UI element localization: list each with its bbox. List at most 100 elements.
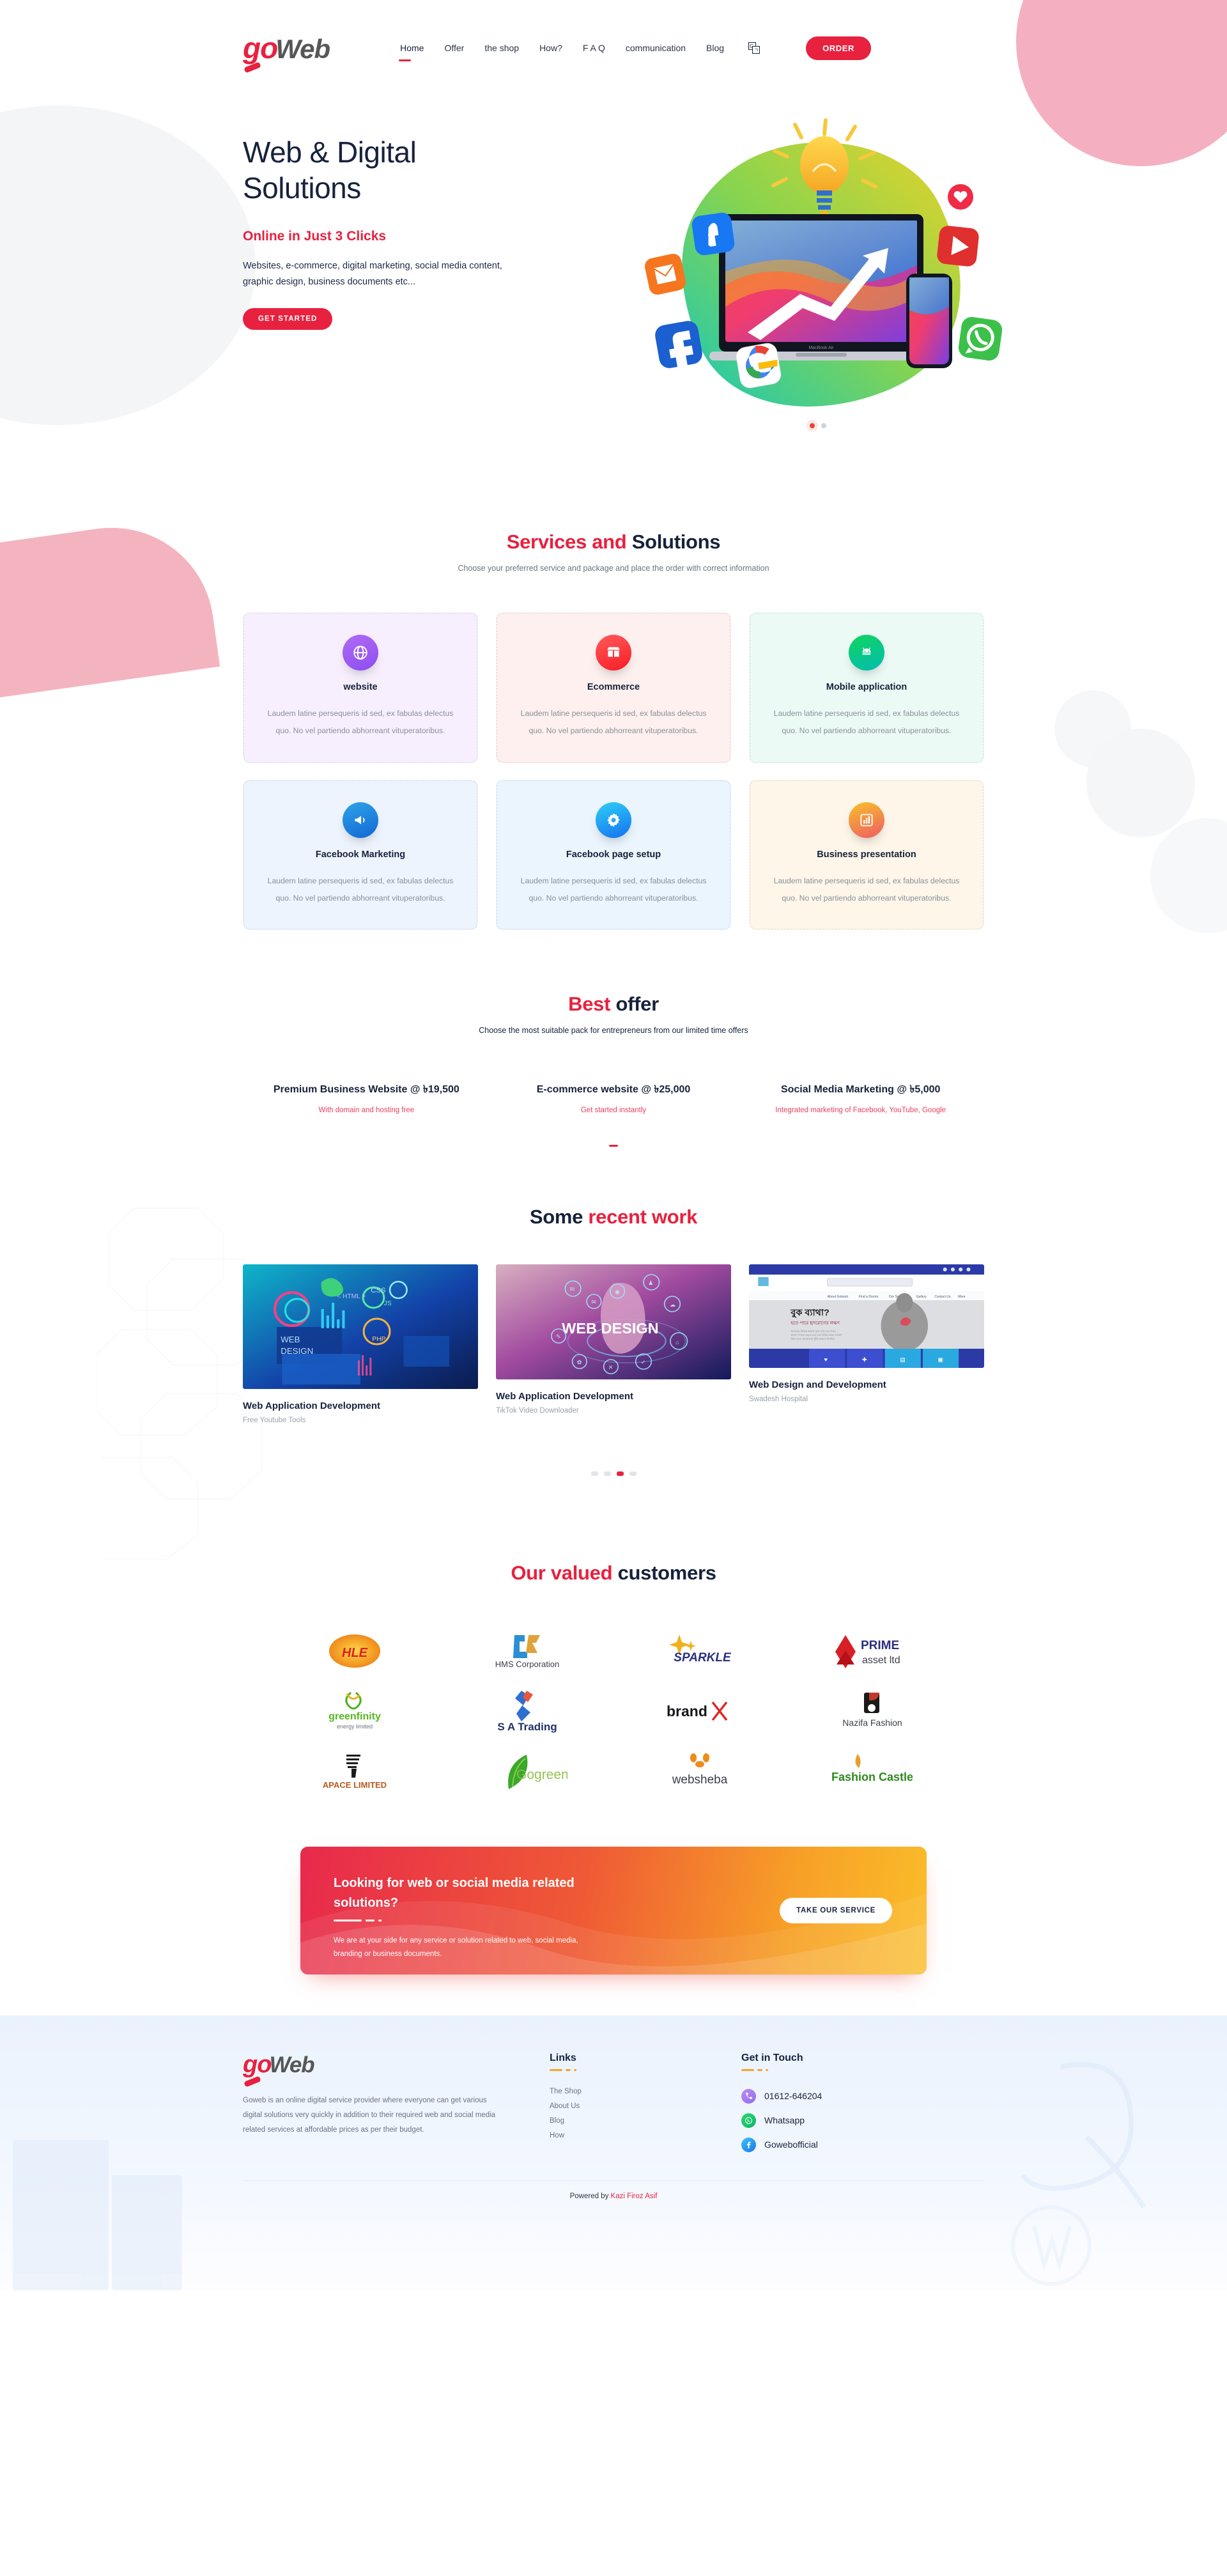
footer-link-how[interactable]: How: [550, 2132, 741, 2139]
svg-text:PHP: PHP: [372, 1336, 385, 1343]
translate-icon[interactable]: G ㄱ: [748, 42, 760, 54]
service-card-ecommerce[interactable]: Ecommerce Laudem latine persequeris id s…: [496, 612, 731, 763]
service-card-website[interactable]: website Laudem latine persequeris id sed…: [243, 612, 478, 763]
offer-item-note: Get started instantly: [580, 1106, 647, 1115]
websheba-logo: websheba: [672, 1753, 728, 1787]
customer-logo-websheba: websheba: [614, 1744, 786, 1798]
footer-logo-web: Web: [269, 2052, 314, 2077]
logo[interactable]: go Web: [243, 31, 330, 74]
hero-dot-1[interactable]: [810, 423, 815, 428]
hero-dot-2[interactable]: [821, 423, 826, 428]
service-card-facebook-marketing[interactable]: Facebook Marketing Laudem latine persequ…: [243, 779, 478, 931]
offer-item-note: Integrated marketing of Facebook, YouTub…: [775, 1106, 946, 1115]
work-title-dark: Some: [529, 1205, 589, 1228]
offer-title-dark: offer: [615, 993, 659, 1016]
customer-logo-fashioncastle: Fashion Castle: [786, 1744, 959, 1798]
svg-text:✉: ✉: [570, 1286, 575, 1292]
services-title-red: Services and: [506, 531, 632, 553]
footer-links-column: Links The Shop About Us Blog How: [511, 2052, 741, 2152]
offer-item[interactable]: Premium Business Website @ ৳19,500 With …: [243, 1082, 490, 1116]
footer-contact-heading: Get in Touch: [741, 2052, 803, 2063]
work-dot-2[interactable]: [603, 1471, 611, 1476]
work-item[interactable]: WEB DESIGN ✉ ✉ ◉ ♟ ☁ ✎ ⌂ ✿ ✕ ✓ Web Application …: [496, 1264, 731, 1415]
offer-item-title: E-commerce website @ ৳25,000: [536, 1084, 691, 1096]
satrading-logo: S A Trading: [497, 1690, 557, 1733]
customer-logo-satrading: S A Trading: [441, 1684, 614, 1738]
hero-illustration: MacBook Air: [645, 118, 1003, 407]
hle-logo: HLE: [329, 1634, 380, 1668]
offer-list: Premium Business Website @ ৳19,500 With …: [243, 1082, 984, 1116]
site-footer: go Web Goweb is an online digital servic…: [0, 2015, 1227, 2290]
customers-title: Our valued customers: [0, 1562, 1227, 1585]
footer-columns: go Web Goweb is an online digital servic…: [243, 2052, 984, 2152]
footer-logo[interactable]: go Web: [243, 2051, 511, 2088]
footer-links-divider: [550, 2068, 741, 2071]
work-title-red: recent work: [588, 1205, 698, 1228]
service-card-mobile-application[interactable]: Mobile application Laudem latine persequ…: [749, 612, 984, 763]
svg-text:Fashion Castle: Fashion Castle: [832, 1771, 913, 1783]
nav-item-the-shop[interactable]: the shop: [483, 40, 520, 56]
footer-link-the-shop[interactable]: The Shop: [550, 2088, 741, 2095]
service-card-facebook-page-setup[interactable]: Facebook page setup Laudem latine perseq…: [496, 779, 731, 931]
svg-text:PRIME: PRIME: [861, 1639, 899, 1652]
hero-description: Websites, e-commerce, digital marketing,…: [243, 261, 502, 288]
svg-text:HMS Corporation: HMS Corporation: [495, 1659, 559, 1669]
offer-item[interactable]: Social Media Marketing @ ৳5,000 Integrat…: [737, 1082, 984, 1116]
svg-text:WEB DESIGN: WEB DESIGN: [562, 1320, 658, 1337]
customer-row: APACE LIMITED Gogreen websheba Fashion C…: [268, 1744, 959, 1798]
get-started-button[interactable]: GET STARTED: [243, 308, 333, 330]
footer-logo-go: go: [243, 2051, 272, 2078]
offer-item[interactable]: E-commerce website @ ৳25,000 Get started…: [490, 1082, 737, 1116]
work-header: Some recent work: [0, 1206, 1227, 1229]
take-our-service-button[interactable]: TAKE OUR SERVICE: [780, 1897, 892, 1923]
service-card-text: Laudem latine persequeris id sed, ex fab…: [267, 709, 454, 735]
footer-about-text: Goweb is an online digital service provi…: [243, 2096, 496, 2134]
customers-section: Our valued customers HLE HMS Corporation…: [0, 1562, 1227, 1798]
services-row-2: Facebook Marketing Laudem latine persequ…: [243, 779, 984, 931]
offer-carousel-indicator[interactable]: [609, 1144, 618, 1147]
work-dot-1[interactable]: [590, 1471, 598, 1476]
nav-item-communication[interactable]: communication: [624, 40, 687, 56]
contact-whatsapp[interactable]: Whatsapp: [741, 2113, 984, 2128]
work-carousel-dots: [0, 1471, 1227, 1476]
service-card-business-presentation[interactable]: Business presentation Laudem latine pers…: [749, 779, 984, 931]
work-title: Some recent work: [0, 1206, 1227, 1229]
contact-facebook[interactable]: Gowebofficial: [741, 2137, 984, 2152]
megaphone-icon: [343, 802, 378, 838]
logo-go: go: [243, 31, 278, 65]
nav-item-faq[interactable]: F A Q: [582, 40, 606, 56]
work-item-sub: Free Youtube Tools: [243, 1416, 306, 1424]
work-thumbnail: CSS < HTML > JS PHP WEB DESIGN: [243, 1264, 478, 1389]
nav-item-blog[interactable]: Blog: [705, 40, 725, 56]
order-button[interactable]: ORDER: [806, 36, 872, 60]
globe-icon: [343, 635, 378, 671]
svg-text:brand: brand: [667, 1703, 707, 1719]
work-dot-4[interactable]: [629, 1471, 637, 1476]
bar-chart-icon: [849, 802, 884, 838]
work-item[interactable]: CSS < HTML > JS PHP WEB DESIGN Web Appli…: [243, 1264, 478, 1424]
customer-row: HLE HMS Corporation SPARKLE PRIME asset …: [268, 1624, 959, 1678]
offer-subtitle: Choose the most suitable pack for entrep…: [479, 1026, 748, 1036]
services-subtitle: Choose your preferred service and packag…: [458, 564, 769, 573]
nav-item-home[interactable]: Home: [399, 40, 425, 61]
landing-page: go Web Home Offer the shop How? F A Q co…: [0, 0, 1227, 2576]
nav-item-how[interactable]: How?: [538, 40, 564, 56]
svg-text:More: More: [958, 1295, 966, 1299]
contact-phone[interactable]: 01612-646204: [741, 2088, 984, 2104]
svg-text:▣: ▣: [938, 1356, 943, 1363]
powered-name[interactable]: Kazi Firoz Asif: [611, 2192, 658, 2200]
work-item[interactable]: About GobeshFind a Doctor Our ServicesGa…: [749, 1264, 984, 1403]
footer-link-about-us[interactable]: About Us: [550, 2102, 741, 2110]
nav-item-offer[interactable]: Offer: [443, 40, 465, 56]
service-card-text: Laudem latine persequeris id sed, ex fab…: [773, 709, 960, 735]
footer-link-blog[interactable]: Blog: [550, 2117, 741, 2125]
cta-title: Looking for web or social media related …: [334, 1875, 575, 1910]
footer-links-heading: Links: [550, 2052, 576, 2063]
footer-links-list: The Shop About Us Blog How: [550, 2088, 741, 2139]
svg-text:CSS: CSS: [371, 1287, 385, 1294]
work-dot-3[interactable]: [616, 1471, 624, 1476]
svg-text:websheba: websheba: [672, 1773, 728, 1787]
site-header: go Web Home Offer the shop How? F A Q co…: [0, 0, 1227, 96]
svg-text:MacBook Air: MacBook Air: [808, 346, 834, 350]
hero-title-line2: Solutions: [243, 171, 361, 205]
